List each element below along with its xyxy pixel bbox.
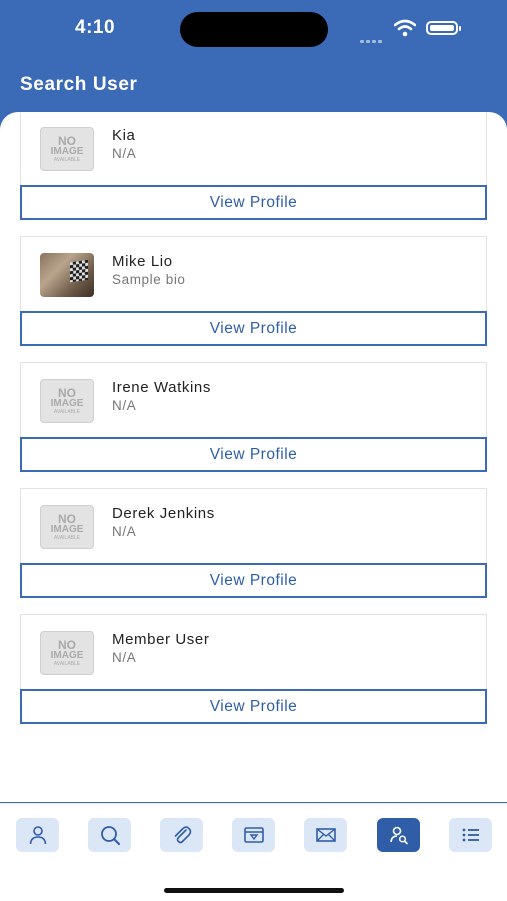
user-card: Mike Lio Sample bio View Profile (20, 236, 487, 346)
user-name: Mike Lio (112, 253, 173, 270)
home-indicator[interactable] (164, 888, 344, 893)
paperclip-icon (174, 826, 191, 844)
user-card: NO IMAGE AVAILABLE Irene Watkins N/A Vie… (20, 362, 487, 472)
wifi-icon (394, 19, 416, 37)
no-image-avatar: NO IMAGE AVAILABLE (40, 127, 94, 171)
tab-search-user[interactable] (377, 818, 420, 852)
search-icon (100, 826, 120, 845)
avatar-photo (40, 253, 94, 297)
user-bio: N/A (112, 146, 137, 161)
tab-messages[interactable] (304, 818, 347, 852)
no-image-avatar: NO IMAGE AVAILABLE (40, 379, 94, 423)
user-name: Derek Jenkins (112, 505, 215, 522)
person-icon (29, 826, 46, 845)
tab-tickets[interactable] (232, 818, 275, 852)
no-image-avatar: NO IMAGE AVAILABLE (40, 505, 94, 549)
mail-icon (315, 828, 336, 842)
user-name: Member User (112, 631, 210, 648)
tab-attachments[interactable] (160, 818, 203, 852)
tab-profile[interactable] (16, 818, 59, 852)
view-profile-button[interactable]: View Profile (20, 689, 487, 724)
user-list: View Profile NO IMAGE AVAILABLE Kia N/A … (0, 112, 507, 740)
user-search-icon (389, 826, 408, 845)
user-bio: N/A (112, 524, 137, 539)
battery-icon (426, 21, 461, 35)
no-image-avatar: NO IMAGE AVAILABLE (40, 631, 94, 675)
dynamic-island (180, 12, 328, 47)
view-profile-button[interactable]: View Profile (20, 437, 487, 472)
user-bio: N/A (112, 650, 137, 665)
user-bio: Sample bio (112, 272, 186, 287)
tab-search[interactable] (88, 818, 131, 852)
ticket-icon (243, 827, 264, 843)
status-time: 4:10 (75, 17, 116, 38)
signal-icon (360, 30, 386, 43)
view-profile-button[interactable]: View Profile (20, 185, 487, 220)
user-name: Kia (112, 127, 136, 144)
user-card: NO IMAGE AVAILABLE Derek Jenkins N/A Vie… (20, 488, 487, 598)
bottom-tab-bar (0, 803, 507, 901)
user-card: NO IMAGE AVAILABLE Member User N/A View … (20, 614, 487, 724)
page-title: Search User (20, 74, 138, 95)
tab-menu[interactable] (449, 818, 492, 852)
user-card: NO IMAGE AVAILABLE Kia N/A View Profile (20, 112, 487, 220)
view-profile-button[interactable]: View Profile (20, 311, 487, 346)
status-bar: 4:10 (0, 0, 507, 60)
list-icon (462, 828, 479, 842)
user-name: Irene Watkins (112, 379, 211, 396)
user-bio: N/A (112, 398, 137, 413)
user-list-panel[interactable]: View Profile NO IMAGE AVAILABLE Kia N/A … (0, 112, 507, 802)
view-profile-button[interactable]: View Profile (20, 563, 487, 598)
